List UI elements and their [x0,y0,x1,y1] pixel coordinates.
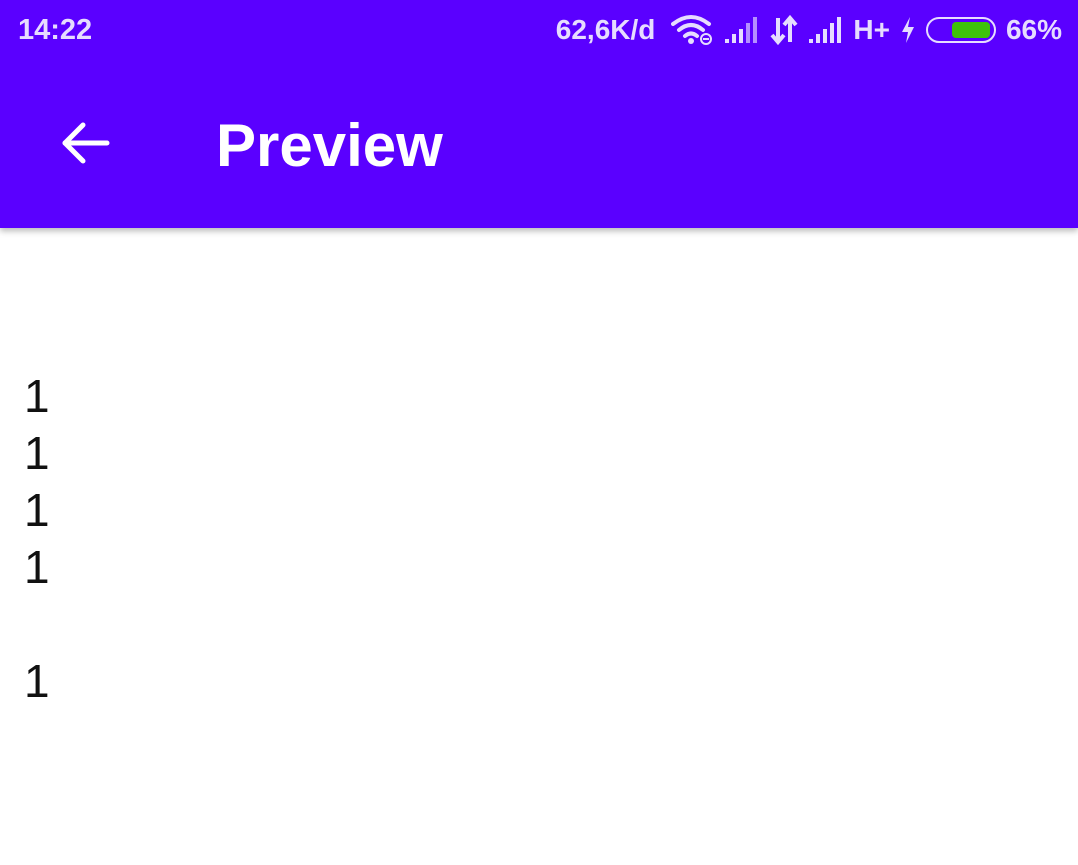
back-button[interactable] [50,108,120,178]
blank-line [24,596,50,653]
charging-icon [898,15,918,45]
toolbar: Preview [0,62,1078,228]
battery-level [951,22,990,38]
battery-icon [925,17,996,43]
network-speed: 62,6K/d [555,14,656,45]
status-time: 14:22 [18,14,93,46]
data-transfer-icon [769,14,799,46]
wifi-icon [671,14,715,46]
preview-content: 1 1 1 1 1 [0,228,1078,865]
text-line: 1 [24,427,50,479]
signal-icon [723,15,761,45]
page-title: Preview [216,112,443,179]
network-type: H+ [853,14,890,45]
arrow-back-icon [62,122,110,164]
status-bar: 14:22 62,6K/d H+ 66% [0,0,1078,62]
text-line: 1 [24,484,50,536]
text-line: 1 [24,370,50,422]
battery-percent: 66% [1005,14,1062,45]
preview-text: 1 1 1 1 1 [24,368,50,710]
status-indicators: 62,6K/d H+ 66% [556,12,1062,48]
app-header: 14:22 62,6K/d H+ 66% Preview [0,0,1078,228]
text-line: 1 [24,655,50,707]
text-line: 1 [24,541,50,593]
signal-icon [807,15,845,45]
